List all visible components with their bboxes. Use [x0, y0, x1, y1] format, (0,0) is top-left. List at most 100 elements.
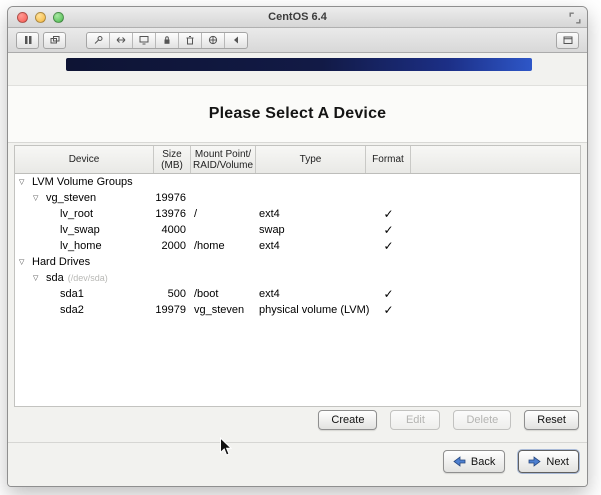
column-header-format[interactable]: Format: [366, 146, 411, 173]
size-value: 500: [154, 288, 191, 300]
delete-button[interactable]: Delete: [453, 410, 511, 430]
device-cell: lv_swap: [15, 224, 154, 236]
type-value: ext4: [256, 288, 366, 300]
resize-button[interactable]: [110, 33, 133, 48]
table-row[interactable]: ▽vg_steven19976: [15, 190, 580, 206]
lock-icon: [162, 35, 172, 45]
window-title: CentOS 6.4: [268, 11, 327, 23]
display-icon: [139, 35, 149, 45]
format-check-icon: ✓: [366, 303, 411, 317]
installer-content: Please Select A Device Device Size (MB) …: [8, 53, 587, 487]
next-button[interactable]: Next: [518, 450, 579, 473]
column-header-device[interactable]: Device: [15, 146, 154, 173]
device-cell: ▽vg_steven: [15, 192, 154, 204]
size-value: 2000: [154, 240, 191, 252]
lock-button[interactable]: [156, 33, 179, 48]
mount-point-value: vg_steven: [191, 304, 256, 316]
table-row[interactable]: sda219979vg_stevenphysical volume (LVM)✓: [15, 302, 580, 318]
size-value: 4000: [154, 224, 191, 236]
device-label: lv_home: [60, 240, 102, 252]
device-table[interactable]: Device Size (MB) Mount Point/ RAID/Volum…: [14, 145, 581, 407]
separator: [8, 442, 587, 443]
mount-point-value: /: [191, 208, 256, 220]
format-check-icon: ✓: [366, 223, 411, 237]
snapshot-button[interactable]: [43, 32, 66, 49]
device-cell: lv_home: [15, 240, 154, 252]
device-toolbar-group: [86, 32, 248, 49]
edit-button[interactable]: Edit: [390, 410, 440, 430]
network-icon: [208, 35, 218, 45]
column-label: Size: [162, 149, 181, 160]
column-label: Device: [69, 154, 100, 165]
column-label: Mount Point/: [195, 149, 251, 160]
format-check-icon: ✓: [366, 287, 411, 301]
table-row[interactable]: lv_swap4000swap✓: [15, 222, 580, 238]
titlebar[interactable]: CentOS 6.4: [8, 7, 587, 28]
column-header-size[interactable]: Size (MB): [154, 146, 191, 173]
back-button[interactable]: Back: [443, 450, 505, 473]
column-label: (MB): [161, 160, 183, 171]
title-band: Please Select A Device: [8, 85, 587, 143]
table-row[interactable]: lv_home2000/homeext4✓: [15, 238, 580, 254]
column-header-empty: [411, 146, 580, 173]
trash-icon: [185, 35, 195, 45]
device-label: lv_swap: [60, 224, 100, 236]
back-arrow-icon: [453, 456, 466, 467]
vm-window: CentOS 6.4: [7, 6, 588, 487]
reset-button[interactable]: Reset: [524, 410, 579, 430]
format-check-icon: ✓: [366, 207, 411, 221]
create-button[interactable]: Create: [318, 410, 377, 430]
device-label: vg_steven: [46, 192, 96, 204]
page-title: Please Select A Device: [209, 105, 387, 123]
table-row[interactable]: ▽sda(/dev/sda): [15, 270, 580, 286]
column-label: Type: [300, 154, 322, 165]
action-button-row: Create Edit Delete Reset: [318, 410, 579, 430]
device-label: Hard Drives: [32, 256, 90, 268]
close-button[interactable]: [17, 12, 28, 23]
column-header-type[interactable]: Type: [256, 146, 366, 173]
back-nav-button[interactable]: [225, 33, 247, 48]
network-button[interactable]: [202, 33, 225, 48]
expander-icon[interactable]: ▽: [19, 178, 32, 186]
table-row[interactable]: ▽LVM Volume Groups: [15, 174, 580, 190]
trash-button[interactable]: [179, 33, 202, 48]
back-arrow-small-icon: [231, 35, 241, 45]
expander-icon[interactable]: ▽: [33, 274, 46, 282]
expander-icon[interactable]: ▽: [19, 258, 32, 266]
minimize-button[interactable]: [35, 12, 46, 23]
display-button[interactable]: [133, 33, 156, 48]
type-value: physical volume (LVM): [256, 304, 366, 316]
next-label: Next: [546, 456, 569, 468]
device-cell: lv_root: [15, 208, 154, 220]
device-label: lv_root: [60, 208, 93, 220]
next-arrow-icon: [528, 456, 541, 467]
column-header-mount[interactable]: Mount Point/ RAID/Volume: [191, 146, 256, 173]
snapshot-icon: [50, 35, 60, 45]
size-value: 13976: [154, 208, 191, 220]
table-row[interactable]: lv_root13976/ext4✓: [15, 206, 580, 222]
pause-button[interactable]: [16, 32, 39, 49]
pause-icon: [23, 35, 33, 45]
table-row[interactable]: ▽Hard Drives: [15, 254, 580, 270]
device-cell: sda1: [15, 288, 154, 300]
resize-arrows-icon: [116, 35, 126, 45]
column-label: RAID/Volume: [193, 160, 253, 171]
device-cell: ▽LVM Volume Groups: [15, 176, 154, 188]
device-label: sda1: [60, 288, 84, 300]
device-label: LVM Volume Groups: [32, 176, 133, 188]
device-label: sda2: [60, 304, 84, 316]
expander-icon[interactable]: ▽: [33, 194, 46, 202]
table-row[interactable]: sda1500/bootext4✓: [15, 286, 580, 302]
settings-button[interactable]: [87, 33, 110, 48]
fullscreen-icon[interactable]: [569, 12, 581, 24]
toolbar: [8, 28, 587, 53]
column-label: Format: [372, 154, 404, 165]
zoom-button[interactable]: [53, 12, 64, 23]
type-value: ext4: [256, 240, 366, 252]
device-note: (/dev/sda): [68, 273, 108, 283]
format-check-icon: ✓: [366, 239, 411, 253]
nav-button-row: Back Next: [443, 450, 579, 473]
device-cell: ▽Hard Drives: [15, 256, 154, 268]
back-label: Back: [471, 456, 495, 468]
window-mode-button[interactable]: [556, 32, 579, 49]
